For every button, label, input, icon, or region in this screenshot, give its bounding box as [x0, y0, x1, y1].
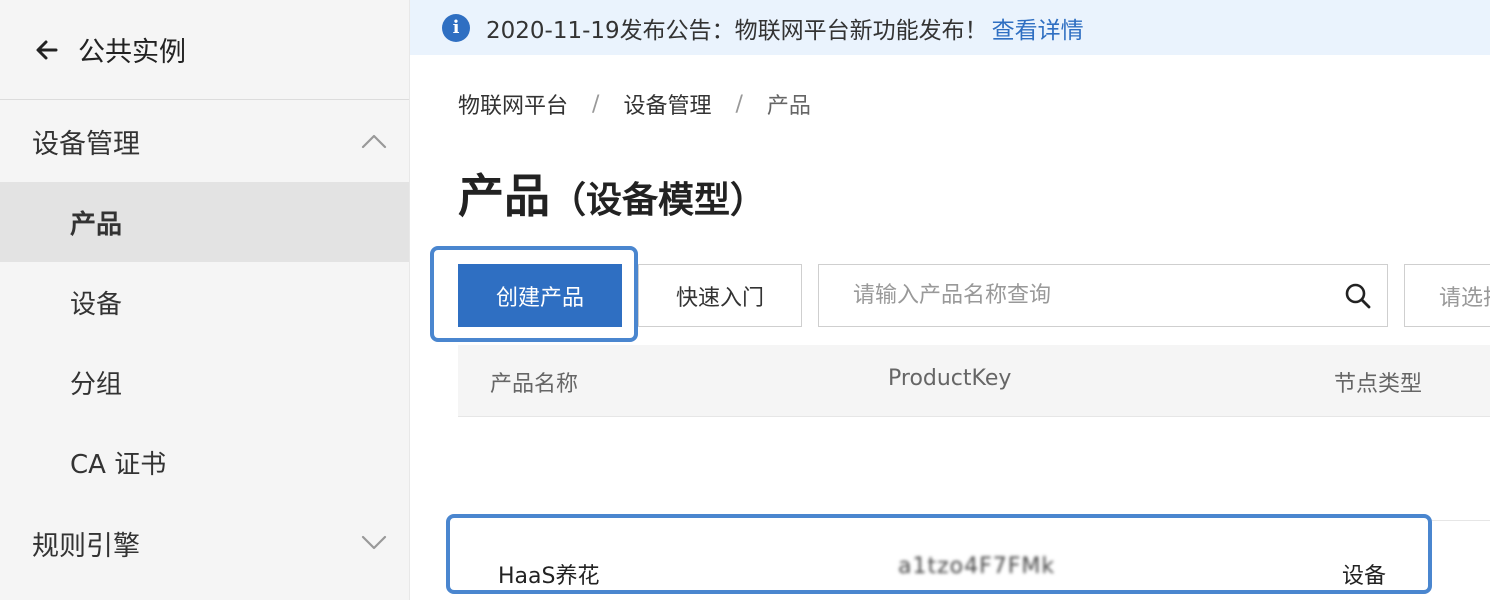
search-input[interactable]	[853, 283, 1313, 308]
create-product-button[interactable]: 创建产品	[458, 264, 622, 327]
search-box	[818, 264, 1388, 327]
sidebar-item-label: CA 证书	[70, 449, 167, 480]
column-header-product-key[interactable]: ProductKey	[888, 366, 1011, 391]
breadcrumb-separator: /	[592, 91, 600, 117]
sidebar: 公共实例 设备管理 产品 设备 分组 CA 证书 规则引擎	[0, 0, 410, 600]
table-header: 产品名称 ProductKey 节点类型	[458, 345, 1490, 417]
breadcrumb-iot-platform[interactable]: 物联网平台	[458, 88, 568, 120]
cell-node-type: 设备	[1342, 564, 1387, 589]
info-icon: i	[442, 13, 470, 42]
sidebar-group-label: 规则引擎	[32, 530, 140, 562]
column-header-product-name[interactable]: 产品名称	[490, 366, 578, 398]
sidebar-item-group[interactable]: 分组	[0, 342, 409, 422]
breadcrumb: 物联网平台 / 设备管理 / 产品	[458, 88, 811, 120]
notice-text: 2020-11-19发布公告：物联网平台新功能发布！	[486, 17, 988, 44]
breadcrumb-separator: /	[735, 91, 743, 117]
chevron-down-icon	[359, 528, 389, 558]
filter-select[interactable]: 请选择	[1404, 264, 1490, 327]
notice-details-link[interactable]: 查看详情	[992, 11, 1084, 45]
main-content: i 2020-11-19发布公告：物联网平台新功能发布！ 查看详情 物联网平台 …	[410, 0, 1490, 600]
sidebar-item-label: 产品	[70, 209, 123, 240]
breadcrumb-current: 产品	[766, 94, 811, 119]
table-row[interactable]: HaaS养花 a1tzo4F7FMk 设备	[458, 530, 1490, 600]
sidebar-item-label: 分组	[70, 369, 123, 400]
cell-product-key: a1tzo4F7FMk	[898, 554, 1056, 579]
sidebar-group-device-management[interactable]: 设备管理	[0, 100, 409, 182]
arrow-left-icon[interactable]	[32, 35, 62, 65]
sidebar-item-label: 设备	[70, 289, 123, 320]
chevron-up-icon	[359, 126, 389, 156]
sidebar-group-label: 设备管理	[32, 128, 140, 160]
instance-title: 公共实例	[78, 37, 186, 68]
sidebar-item-product[interactable]: 产品	[0, 182, 409, 262]
notice-banner: i 2020-11-19发布公告：物联网平台新功能发布！ 查看详情	[410, 0, 1490, 55]
search-icon[interactable]	[1343, 281, 1373, 311]
page-title-sub: （设备模型）	[550, 180, 767, 221]
row-divider	[1432, 520, 1490, 521]
column-header-node-type[interactable]: 节点类型	[1334, 366, 1422, 398]
page-title: 产品（设备模型）	[458, 160, 766, 226]
sidebar-group-rule-engine[interactable]: 规则引擎	[0, 502, 409, 584]
quick-start-button[interactable]: 快速入门	[638, 264, 802, 327]
page-title-main: 产品	[458, 169, 550, 223]
sidebar-item-ca-certificate[interactable]: CA 证书	[0, 422, 409, 502]
sidebar-header[interactable]: 公共实例	[0, 0, 409, 100]
breadcrumb-device-management[interactable]: 设备管理	[623, 88, 711, 120]
sidebar-item-device[interactable]: 设备	[0, 262, 409, 342]
cell-product-name[interactable]: HaaS养花	[498, 558, 599, 590]
